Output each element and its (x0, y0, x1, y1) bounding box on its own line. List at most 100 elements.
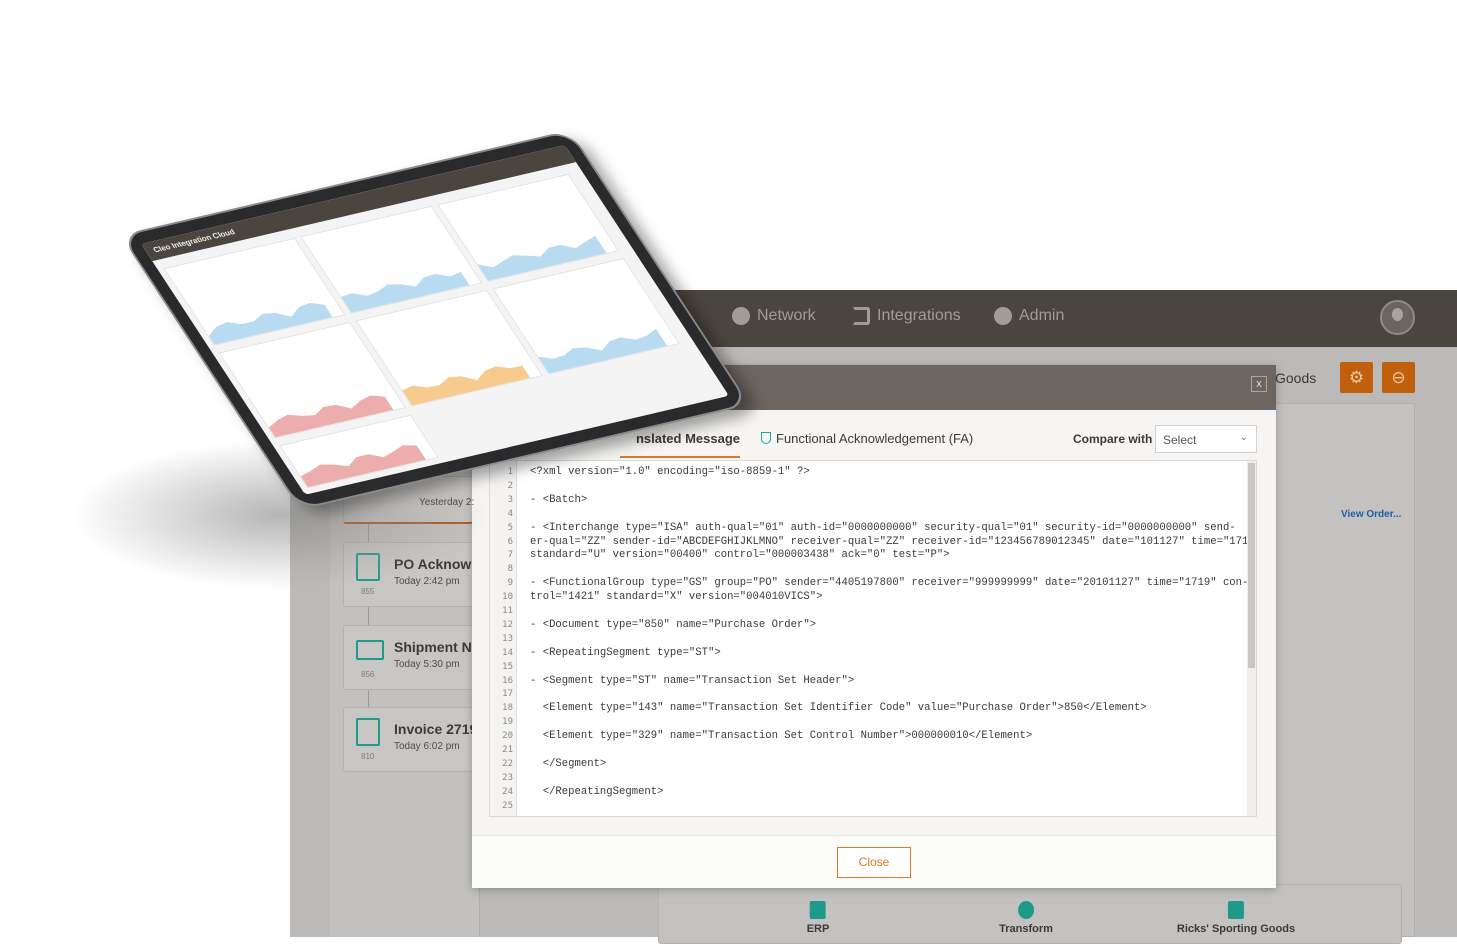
gear-icon (994, 307, 1012, 325)
doc-code: 810 (361, 752, 375, 761)
timeline-card-shipment[interactable]: 856 Shipment No Today 5:30 pm (343, 625, 474, 690)
chevron-down-icon: ⌄ (1239, 432, 1248, 443)
compare-select[interactable]: Select ⌄ (1155, 425, 1257, 453)
flow-label: Transform (999, 923, 1053, 935)
code-line: standard="U" version="00400" control="00… (530, 549, 950, 562)
line-number: 19 (502, 717, 513, 728)
line-number: 1 (507, 467, 513, 477)
flow-node-partner[interactable]: Ricks' Sporting Goods (1177, 901, 1295, 935)
tablet-logo: Cleo Integration Cloud (151, 227, 237, 255)
card-time: Yesterday 2: (419, 497, 475, 508)
line-number: 5 (507, 522, 513, 533)
flow-panel: ERP Transform Ricks' Sporting Goods (658, 884, 1402, 944)
scrollbar[interactable] (1247, 461, 1256, 816)
code-line: </Segment> (530, 757, 607, 770)
line-number: 12 (502, 619, 513, 630)
card-time: Today 2:42 pm (394, 576, 460, 587)
line-gutter: 1 2 3 4 5 6 7 8 9 10 11 12 13 14 15 16 17 18 19 20 21 22 23 24 2… (490, 461, 517, 816)
user-avatar[interactable] (1380, 300, 1415, 335)
line-number: 20 (502, 731, 513, 742)
transform-icon (1017, 901, 1034, 919)
line-number: 11 (502, 606, 513, 616)
link-icon: ⊖ (1391, 368, 1406, 387)
card-time: Today 6:02 pm (394, 741, 460, 752)
line-number: 13 (502, 633, 513, 644)
tablet-mini-chart (402, 365, 531, 406)
line-number: 22 (502, 758, 513, 769)
code-line: </RepeatingSegment> (530, 785, 664, 798)
line-number: 4 (507, 508, 513, 519)
code-line: <Element type="143" name="Transaction Se… (530, 702, 1147, 715)
code-line: - <RepeatingSegment type="ST"> (530, 646, 721, 659)
line-number: 7 (507, 550, 513, 561)
timeline-connector (368, 690, 369, 707)
code-line: - <Document type="850" name="Purchase Or… (530, 618, 817, 631)
code-line: <?xml version="1.0" encoding="iso-8859-1… (530, 466, 810, 478)
nav-admin[interactable]: Admin (994, 307, 1064, 325)
tablet-mini-chart (537, 328, 668, 374)
compare-label: Compare with (1073, 432, 1153, 446)
modal-footer: Close (472, 835, 1276, 888)
card-time: Today 5:30 pm (394, 659, 460, 670)
line-number: 17 (502, 689, 513, 700)
flow-label: ERP (806, 923, 830, 935)
line-number: 18 (502, 703, 513, 714)
code-line: - <Interchange type="ISA" auth-qual="01"… (530, 521, 1236, 534)
settings-button[interactable]: ⚙ (1340, 362, 1373, 393)
close-icon[interactable]: x (1251, 376, 1267, 392)
doc-code: 855 (361, 587, 375, 596)
tab-functional-acknowledgement[interactable]: Functional Acknowledgement (FA) (761, 431, 973, 446)
line-number: 6 (507, 536, 513, 547)
nav-label: Network (757, 307, 816, 324)
line-number: 9 (507, 578, 513, 589)
line-number: 10 (502, 592, 513, 603)
line-number: 14 (502, 647, 513, 658)
view-order-link[interactable]: View Order... (1341, 509, 1401, 520)
line-number: 8 (507, 564, 513, 575)
gear-icon: ⚙ (1348, 368, 1365, 387)
close-button[interactable]: Close (837, 847, 911, 878)
code-line: er-qual="ZZ" sender-id="ABCDEFGHIJKLMNO"… (530, 535, 1257, 548)
network-icon (732, 307, 750, 325)
receipt-icon (356, 718, 380, 746)
as2-icon (1227, 901, 1244, 919)
message-modal: x nslated Message Functional Acknowledge… (472, 365, 1276, 888)
code-line: trol="1421" standard="X" version="004010… (530, 591, 823, 604)
scrollbar-thumb[interactable] (1248, 463, 1255, 668)
line-number: 15 (502, 661, 513, 672)
line-number: 3 (507, 494, 513, 505)
flow-node-transform[interactable]: Transform (999, 901, 1053, 935)
nav-network[interactable]: Network (732, 307, 816, 325)
shield-check-icon (761, 432, 771, 444)
truck-icon (356, 640, 384, 660)
nav-label: Integrations (877, 307, 961, 324)
select-value: Select (1163, 433, 1197, 447)
erp-icon (810, 901, 826, 919)
tab-label: Functional Acknowledgement (FA) (776, 431, 974, 446)
tab-translated-message[interactable]: nslated Message (620, 431, 740, 458)
code-line: - <Batch> (530, 493, 588, 506)
line-number: 25 (502, 800, 513, 811)
nav-integrations[interactable]: Integrations (852, 307, 961, 325)
flow-node-erp[interactable]: ERP (806, 901, 830, 935)
card-title: Shipment No (394, 639, 474, 655)
code-viewer[interactable]: 1 2 3 4 5 6 7 8 9 10 11 12 13 14 15 16 17 18 19 20 21 22 23 24 2… (489, 460, 1257, 817)
doc-code: 856 (361, 670, 375, 679)
code-line: <Element type="329" name="Transaction Se… (530, 730, 1033, 743)
tablet-mini-chart (300, 445, 426, 488)
tab-label: nslated Message (635, 431, 740, 446)
line-number: 21 (502, 745, 513, 755)
timeline-connector (368, 607, 369, 625)
timeline-card-invoice[interactable]: 810 Invoice 2719 Today 6:02 pm (343, 707, 474, 772)
integrations-icon (852, 307, 870, 325)
card-title: Invoice 2719 (394, 721, 474, 737)
line-number: 2 (507, 480, 513, 491)
nav-label: Admin (1019, 307, 1065, 324)
code-line: - <FunctionalGroup type="GS" group="PO" … (530, 577, 1249, 590)
line-number: 24 (502, 786, 513, 797)
line-number: 23 (502, 772, 513, 783)
code-line: - <Segment type="ST" name="Transaction S… (530, 674, 855, 687)
partner-name: Goods (1275, 370, 1317, 386)
link-button[interactable]: ⊖ (1382, 362, 1415, 393)
flow-label: Ricks' Sporting Goods (1176, 923, 1296, 935)
